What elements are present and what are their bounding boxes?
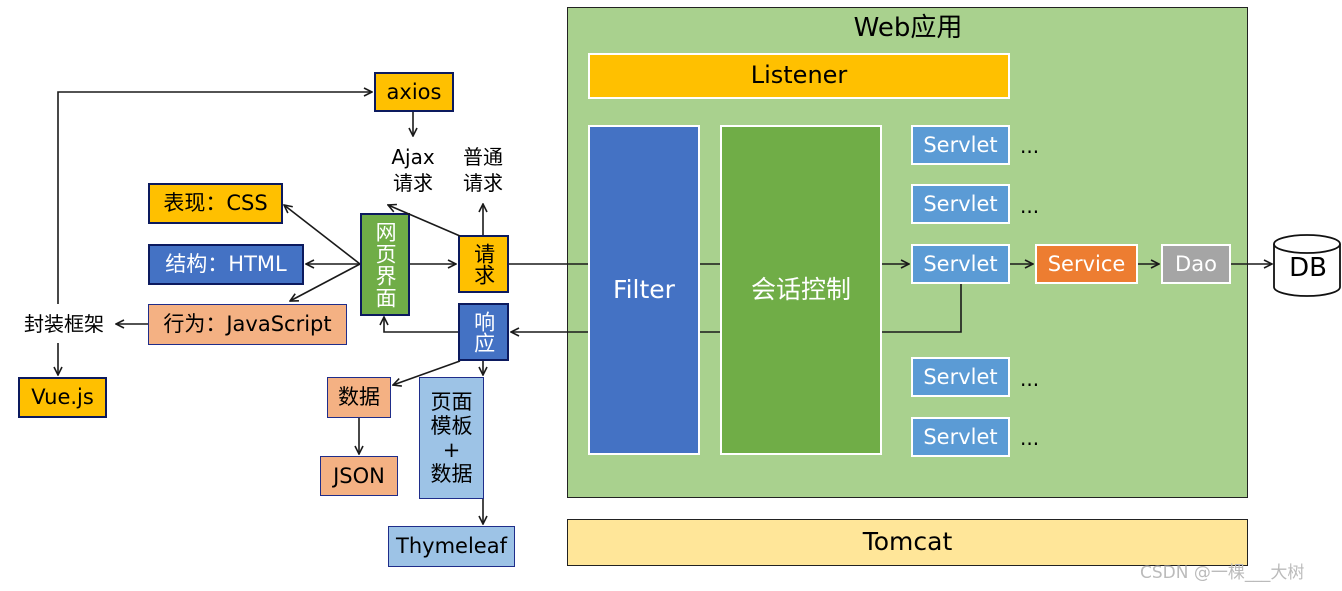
db-label-overlay: DB xyxy=(1289,253,1327,283)
response-to-data-arrow xyxy=(393,360,461,385)
webpage-to-js-arrow xyxy=(290,263,361,301)
request-to-ajax-arrow xyxy=(388,205,461,237)
servlet-return-line xyxy=(700,284,962,333)
response-to-webpage-arrow xyxy=(384,317,458,333)
connector-lines xyxy=(0,0,1341,591)
framework-to-axios-arrow xyxy=(57,92,372,304)
webpage-to-css-arrow xyxy=(284,205,361,265)
